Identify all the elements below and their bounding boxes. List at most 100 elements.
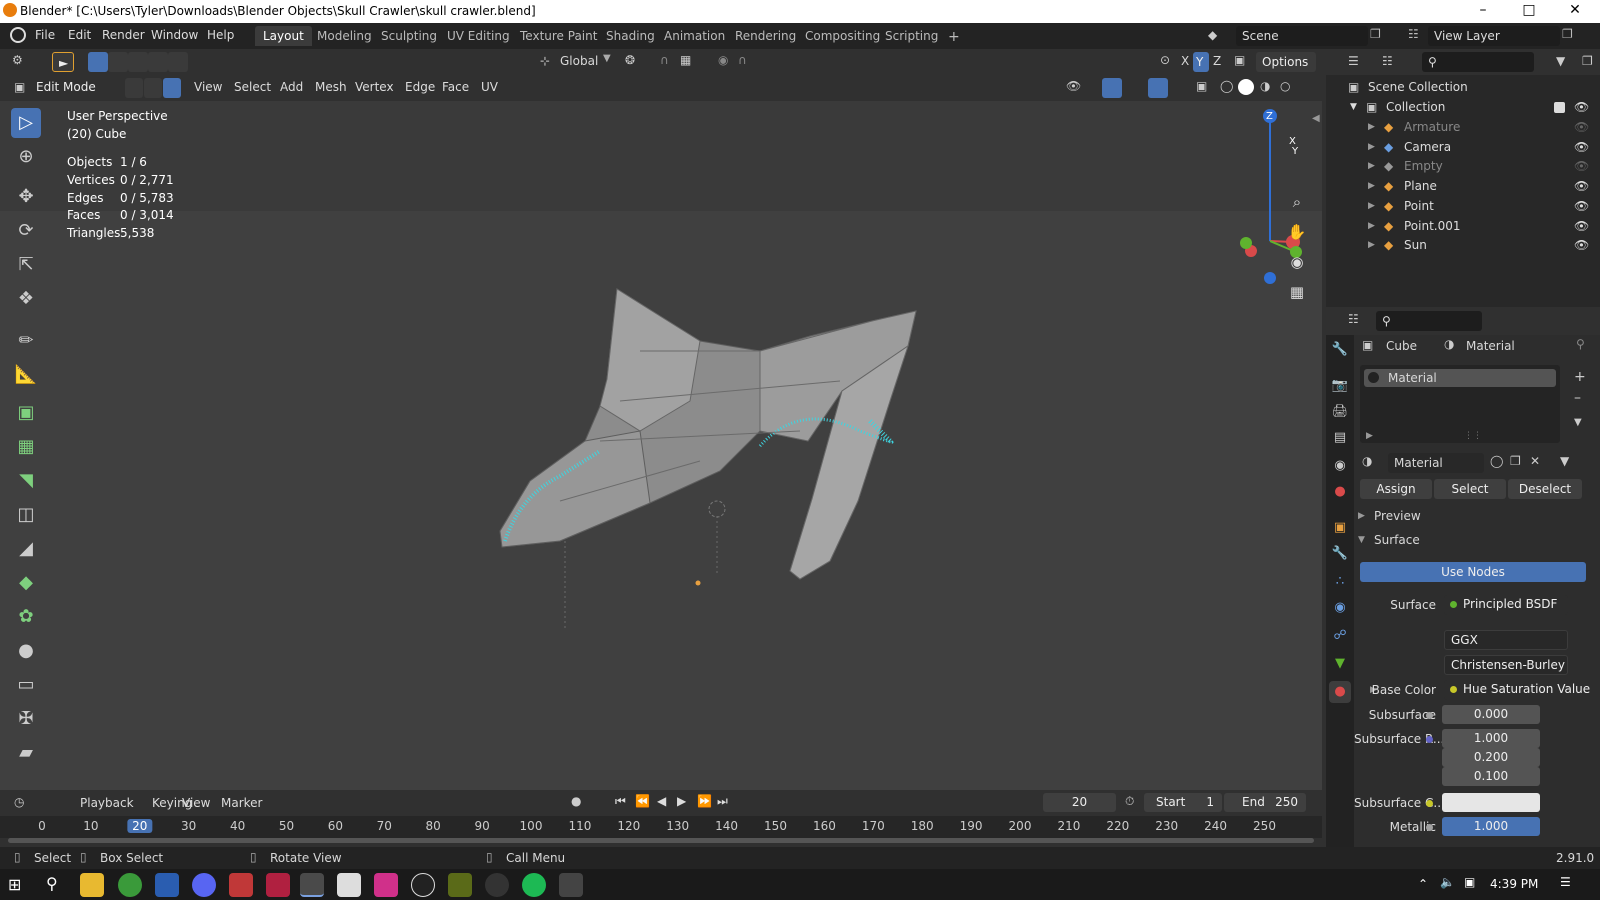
view-layer-selector[interactable]: View Layer <box>1428 26 1560 46</box>
mode-dropdown[interactable]: Edit Mode <box>30 78 118 98</box>
menu-vertex[interactable]: Vertex <box>355 80 394 94</box>
proportional-edit-icon[interactable]: ◉ <box>718 53 728 67</box>
new-scene-icon[interactable]: ❐ <box>1370 27 1381 41</box>
outliner-editor-icon[interactable]: ☰ <box>1348 54 1359 68</box>
particles-tab-icon[interactable]: ∴ <box>1329 571 1351 593</box>
subsurface-method-dropdown[interactable]: Christensen-Burley <box>1444 655 1568 675</box>
select-mode-extend-icon[interactable] <box>108 52 128 72</box>
chrome-icon[interactable] <box>118 873 142 897</box>
data-tab-icon[interactable]: ▼ <box>1329 653 1351 675</box>
measure-tool-icon[interactable]: 📐 <box>11 360 41 390</box>
physics-tab-icon[interactable]: ◉ <box>1329 597 1351 619</box>
app-icon[interactable] <box>559 873 583 897</box>
face-select-mode-icon[interactable] <box>163 78 181 98</box>
tool-tab-icon[interactable]: 🔧 <box>1329 339 1351 361</box>
subsurface-color-swatch[interactable] <box>1442 793 1540 812</box>
material-browse-icon[interactable]: ◑ <box>1362 454 1372 468</box>
search-icon[interactable]: ⚲ <box>46 874 58 893</box>
vertex-select-mode-icon[interactable] <box>125 78 143 98</box>
duplicate-icon[interactable]: ❐ <box>1510 454 1521 468</box>
tab-texture-paint[interactable]: Texture Paint <box>512 26 605 46</box>
spotify-icon[interactable] <box>522 873 546 897</box>
mirror-axis-y[interactable]: Y <box>1193 52 1209 72</box>
expand-icon[interactable]: ▶ <box>1368 161 1375 171</box>
world-tab-icon[interactable]: ● <box>1329 481 1351 503</box>
remove-slot-icon[interactable]: – <box>1574 390 1581 406</box>
app-icon[interactable] <box>266 873 290 897</box>
properties-search-input[interactable]: ⚲ <box>1376 311 1482 331</box>
extrude-tool-icon[interactable]: ▣ <box>11 398 41 428</box>
xray-toggle-icon[interactable]: ▣ <box>1196 79 1207 93</box>
scene-tab-icon[interactable]: ◉ <box>1329 455 1351 477</box>
outliner-item-plane[interactable]: ▶ ◆ Plane 👁 <box>1326 176 1600 196</box>
output-tab-icon[interactable]: 🖨 <box>1329 401 1351 423</box>
select-button[interactable]: Select <box>1434 479 1506 499</box>
scene-selector[interactable]: Scene <box>1236 26 1368 46</box>
wireframe-shading-icon[interactable]: ◯ <box>1220 79 1233 93</box>
fake-user-icon[interactable]: ◯ <box>1490 454 1503 468</box>
scene-icon[interactable]: ◆ <box>1208 28 1217 42</box>
collection-row[interactable]: ▼ ▣ Collection 👁 <box>1326 97 1600 117</box>
menu-add[interactable]: Add <box>280 80 303 94</box>
tab-modeling[interactable]: Modeling <box>309 26 380 46</box>
windows-start-icon[interactable]: ⊞ <box>8 875 21 894</box>
origin-point-icon[interactable] <box>695 580 701 586</box>
clock[interactable]: 4:39 PM <box>1490 877 1538 891</box>
surface-shader-field[interactable]: Principled BSDF <box>1444 595 1568 615</box>
editor-type-icon[interactable]: ⚙ <box>12 53 23 67</box>
expand-icon[interactable]: ▼ <box>1350 102 1357 112</box>
material-slot-row[interactable]: Material <box>1364 369 1556 387</box>
file-explorer-icon[interactable] <box>80 873 104 897</box>
bevel-tool-icon[interactable]: ◥ <box>11 466 41 496</box>
move-tool-icon[interactable]: ✥ <box>11 182 41 212</box>
viewport-canvas[interactable] <box>0 101 1322 790</box>
spin-tool-icon[interactable]: ✿ <box>11 602 41 632</box>
display-mode-icon[interactable]: ☷ <box>1382 54 1393 68</box>
app-icon[interactable] <box>485 873 509 897</box>
menu-marker[interactable]: Marker <box>221 796 262 810</box>
use-nodes-button[interactable]: Use Nodes <box>1360 562 1586 582</box>
constraints-tab-icon[interactable]: ☍ <box>1329 625 1351 647</box>
mirror-axis-z[interactable]: Z <box>1213 54 1221 68</box>
tray-chevron-icon[interactable]: ⌃ <box>1418 877 1428 891</box>
resize-handle-icon[interactable]: ⋮⋮ <box>1464 431 1482 441</box>
menu-file[interactable]: File <box>35 28 55 42</box>
select-box-tool-icon[interactable]: ▷ <box>11 108 41 138</box>
eye-icon[interactable]: 👁 <box>1574 120 1589 134</box>
menu-mesh[interactable]: Mesh <box>315 80 347 94</box>
eye-icon[interactable]: 👁 <box>1574 199 1589 213</box>
blender-taskbar-icon[interactable] <box>300 873 324 897</box>
eye-icon[interactable]: 👁 <box>1574 219 1589 233</box>
eye-icon[interactable]: 👁 <box>1574 159 1589 173</box>
snap-icon[interactable]: ∩ <box>660 53 669 67</box>
select-mode-intersect-icon[interactable] <box>168 52 188 72</box>
ortho-grid-icon[interactable]: ▦ <box>1284 279 1310 305</box>
modifier-tab-icon[interactable]: 🔧 <box>1329 543 1351 565</box>
tab-compositing[interactable]: Compositing <box>797 26 888 46</box>
unity-icon[interactable] <box>337 873 361 897</box>
subsurface-radius-z-field[interactable]: 0.100 <box>1442 767 1540 786</box>
app-icon[interactable] <box>229 873 253 897</box>
expand-icon[interactable]: ▶ <box>1368 142 1375 152</box>
outliner-item-point-001[interactable]: ▶ ◆ Point.001 👁 <box>1326 216 1600 236</box>
view-layer-icon[interactable]: ☷ <box>1408 27 1419 41</box>
eye-icon[interactable]: 👁 <box>1574 179 1589 193</box>
eye-icon[interactable]: 👁 <box>1574 238 1589 252</box>
tab-sculpting[interactable]: Sculpting <box>373 26 445 46</box>
view-layer-tab-icon[interactable]: ▤ <box>1329 427 1351 449</box>
menu-timeline-view[interactable]: View <box>182 796 210 810</box>
object-tab-icon[interactable]: ▣ <box>1329 517 1351 539</box>
inset-tool-icon[interactable]: ▦ <box>11 432 41 462</box>
tab-uv-editing[interactable]: UV Editing <box>439 26 518 46</box>
unlink-icon[interactable]: ✕ <box>1530 454 1540 468</box>
mirror-axis-x[interactable]: X <box>1181 54 1189 68</box>
select-mode-new-icon[interactable] <box>88 52 108 72</box>
tab-scripting[interactable]: Scripting <box>877 26 946 46</box>
cursor-tool-icon[interactable]: ⊕ <box>11 142 41 172</box>
active-tool-select-box[interactable]: ► <box>52 52 74 72</box>
steam-icon[interactable] <box>448 873 472 897</box>
visibility-icon[interactable]: 👁 <box>1066 79 1081 93</box>
material-shading-icon[interactable]: ◑ <box>1260 79 1270 93</box>
next-keyframe-icon[interactable]: ⏩ <box>697 794 712 808</box>
expand-icon[interactable]: ▶ <box>1368 201 1375 211</box>
